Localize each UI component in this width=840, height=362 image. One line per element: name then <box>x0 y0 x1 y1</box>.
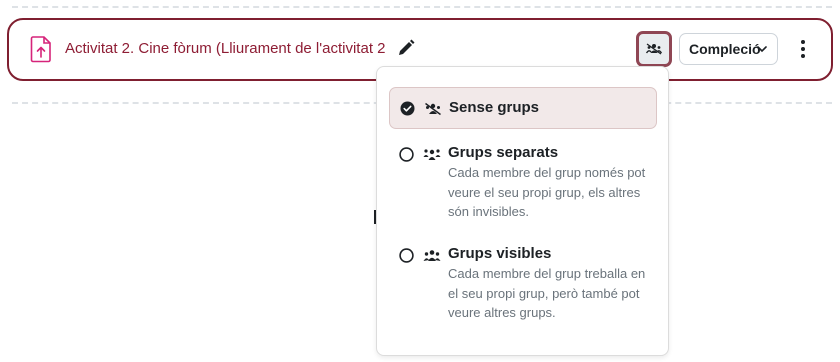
no-groups-icon <box>425 102 441 116</box>
completion-dropdown[interactable]: Compleció <box>679 33 778 65</box>
group-option-separate-groups[interactable]: Grups separats Cada membre del grup nomé… <box>389 143 657 223</box>
kebab-vertical-icon[interactable] <box>799 38 807 60</box>
group-option-visible-groups[interactable]: Grups visibles Cada membre del grup treb… <box>389 244 657 324</box>
activity-title-link[interactable]: Activitat 2. Cine fòrum (Lliurament de l… <box>65 40 386 57</box>
option-title: Grups visibles <box>448 245 552 262</box>
option-description: Cada membre del grup treballa en el seu … <box>448 266 646 320</box>
course-page: Activitat 2. Cine fòrum (Lliurament de l… <box>0 0 840 362</box>
separate-groups-icon <box>423 149 441 160</box>
visible-groups-icon <box>423 250 441 261</box>
chevron-down-icon <box>757 46 767 53</box>
check-circle-icon <box>400 101 415 116</box>
option-title: Sense grups <box>449 99 540 116</box>
group-mode-menu: Sense grups Grups separats Cada membre d… <box>376 66 669 356</box>
users-icon <box>646 43 662 55</box>
assignment-upload-icon <box>30 36 51 63</box>
option-description: Cada membre del grup només pot veure el … <box>448 165 646 219</box>
radio-unchecked-icon <box>399 248 414 263</box>
option-title: Grups separats <box>448 144 559 161</box>
group-option-no-groups[interactable]: Sense grups <box>389 87 657 129</box>
pencil-icon[interactable] <box>396 38 416 58</box>
group-mode-button[interactable] <box>636 31 672 67</box>
completion-label: Compleció <box>689 41 761 57</box>
section-divider <box>12 6 832 8</box>
radio-unchecked-icon <box>399 147 414 162</box>
